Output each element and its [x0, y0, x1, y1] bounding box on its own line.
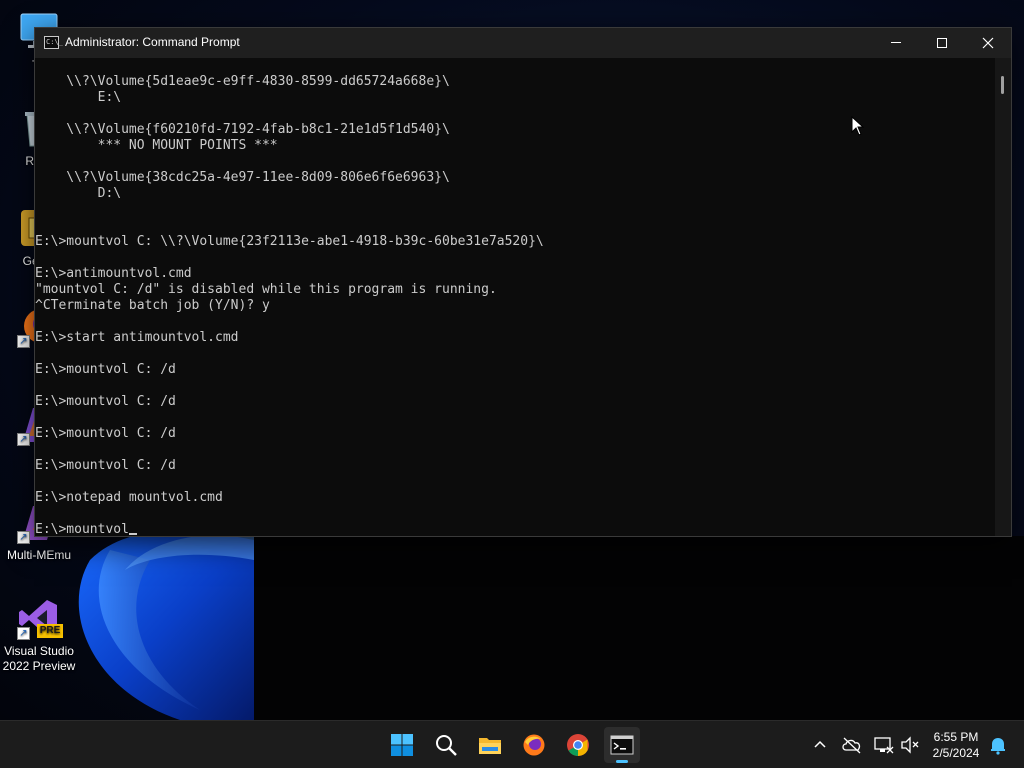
- start-icon: [391, 734, 413, 756]
- terminal-button[interactable]: [604, 727, 640, 763]
- file-explorer-icon: [479, 738, 501, 754]
- volume-muted-icon: [901, 736, 919, 754]
- text-cursor: [128, 533, 137, 535]
- console-output[interactable]: \\?\Volume{5d1eae9c-e9ff-4830-8599-dd657…: [35, 58, 993, 536]
- taskbar: 6:55 PM 2/5/2024: [0, 720, 1024, 768]
- mouse-pointer-icon: [851, 116, 865, 136]
- bell-icon: [991, 738, 1005, 755]
- title-bar[interactable]: C:\_ Administrator: Command Prompt: [35, 28, 1011, 58]
- shortcut-arrow-icon: ↗: [17, 627, 30, 640]
- visual-studio-preview-icon: PRE ↗: [17, 596, 63, 640]
- chrome-icon: [567, 734, 589, 756]
- active-app-indicator: [616, 760, 628, 763]
- network-status[interactable]: [872, 733, 896, 757]
- system-clock[interactable]: 6:55 PM 2/5/2024: [924, 729, 988, 761]
- console-line: E:\>mountvol C: \\?\Volume{23f2113e-abe1…: [35, 234, 544, 249]
- start-button[interactable]: [384, 727, 420, 763]
- network-icon: [874, 737, 894, 754]
- vertical-scrollbar[interactable]: [995, 58, 1011, 536]
- file-explorer-button[interactable]: [472, 727, 508, 763]
- console-line: E:\>mountvol C: /d: [35, 362, 176, 377]
- console-line: E:\>mountvol C: /d: [35, 426, 176, 441]
- close-button[interactable]: [965, 28, 1011, 58]
- chevron-up-icon: [814, 740, 826, 748]
- console-line: D:\: [35, 186, 122, 201]
- console-line: E:\>mountvol C: /d: [35, 458, 176, 473]
- scrollbar-thumb[interactable]: [1001, 76, 1004, 94]
- command-prompt-icon: C:\_: [44, 36, 63, 49]
- window-title: Administrator: Command Prompt: [65, 35, 240, 49]
- console-line: \\?\Volume{5d1eae9c-e9ff-4830-8599-dd657…: [35, 74, 450, 89]
- maximize-button[interactable]: [919, 28, 965, 58]
- onedrive-status[interactable]: [840, 733, 864, 757]
- terminal-icon: [610, 735, 634, 755]
- console-line: E:\>notepad mountvol.cmd: [35, 490, 223, 505]
- maximize-icon: [937, 38, 947, 48]
- shortcut-arrow-icon: ↗: [17, 531, 30, 544]
- preview-badge: PRE: [37, 624, 63, 638]
- firefox-icon: [523, 734, 545, 756]
- command-prompt-window[interactable]: C:\_ Administrator: Command Prompt \\?\V…: [34, 27, 1012, 537]
- desktop-dark-area: [254, 536, 1024, 720]
- console-line: ^CTerminate batch job (Y/N)? y: [35, 298, 270, 313]
- chrome-button[interactable]: [560, 727, 596, 763]
- console-line: \\?\Volume{f60210fd-7192-4fab-b8c1-21e1d…: [35, 122, 450, 137]
- volume-status[interactable]: [898, 733, 922, 757]
- console-line: E:\: [35, 90, 122, 105]
- shortcut-arrow-icon: ↗: [17, 433, 30, 446]
- shortcut-arrow-icon: ↗: [17, 335, 30, 348]
- console-line: \\?\Volume{38cdc25a-4e97-11ee-8d09-806e6…: [35, 170, 450, 185]
- minimize-icon: [891, 42, 901, 43]
- clock-date: 2/5/2024: [932, 746, 980, 760]
- desktop-icon-label: Multi-MEmu: [6, 548, 71, 562]
- console-line: *** NO MOUNT POINTS ***: [35, 138, 278, 153]
- current-command[interactable]: E:\>mountvol: [35, 522, 129, 536]
- desktop-icon-visual-studio[interactable]: PRE ↗ Visual Studio 2022 Preview: [0, 596, 78, 674]
- notifications-button[interactable]: [986, 733, 1010, 757]
- minimize-button[interactable]: [873, 28, 919, 58]
- clock-time: 6:55 PM: [933, 730, 979, 744]
- console-line: "mountvol C: /d" is disabled while this …: [35, 282, 497, 297]
- command-input-line[interactable]: E:\>mountvol: [35, 522, 993, 536]
- console-line: E:\>start antimountvol.cmd: [35, 330, 239, 345]
- console-line: E:\>antimountvol.cmd: [35, 266, 192, 281]
- close-icon: [982, 37, 994, 49]
- cloud-offline-icon: [842, 737, 861, 754]
- firefox-button[interactable]: [516, 727, 552, 763]
- search-icon: [436, 735, 457, 756]
- console-line: E:\>mountvol C: /d: [35, 394, 176, 409]
- search-button[interactable]: [428, 727, 464, 763]
- show-hidden-icons-button[interactable]: [808, 733, 832, 757]
- desktop-icon-label: Visual Studio 2022 Preview: [2, 644, 76, 673]
